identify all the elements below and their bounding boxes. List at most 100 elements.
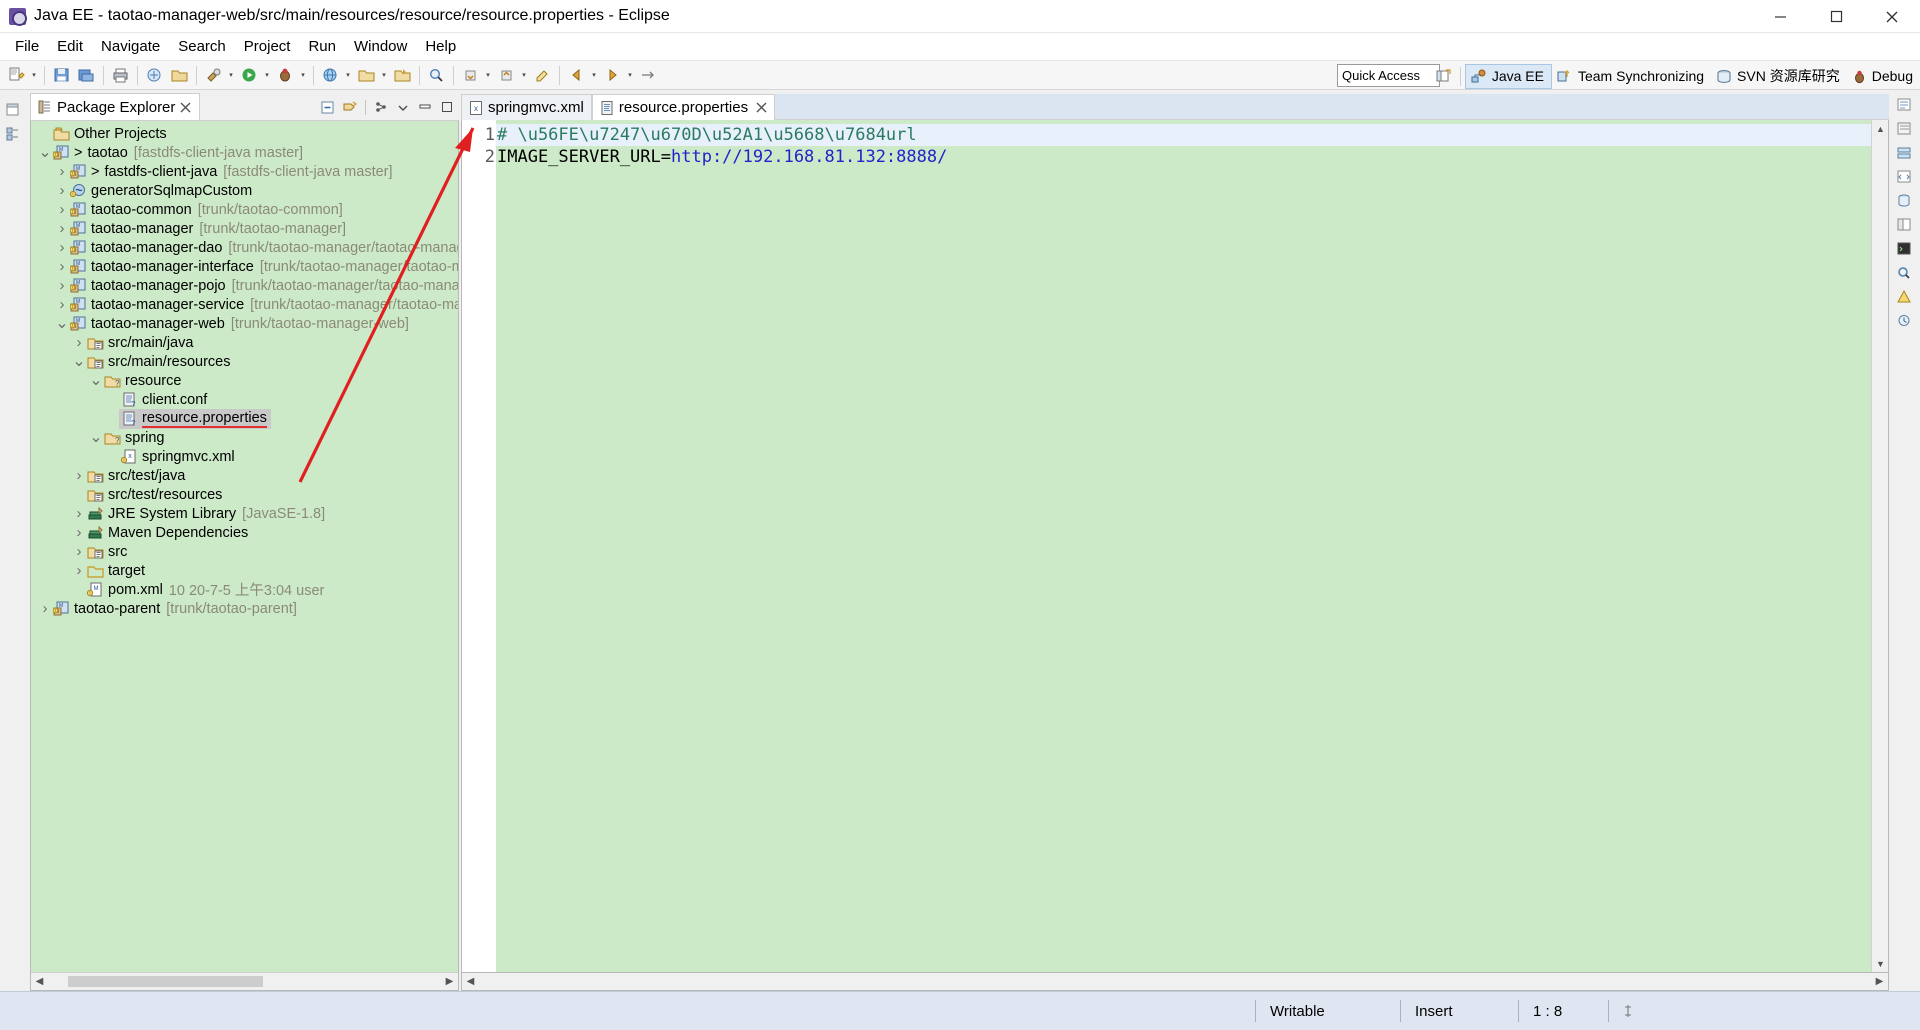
menu-window[interactable]: Window — [345, 35, 416, 58]
chevron-right-icon[interactable]: › — [54, 277, 70, 294]
open-resource-icon[interactable] — [391, 64, 414, 87]
open-browser-dropdown-icon[interactable]: ▾ — [343, 64, 353, 87]
data-source-explorer-icon[interactable] — [1895, 193, 1915, 211]
properties-view-icon[interactable] — [1895, 217, 1915, 235]
tree-item-taotao-common[interactable]: › M! taotao-common [trunk/taotao-common] — [31, 200, 458, 219]
code-content[interactable]: # \u56FE\u7247\u670D\u52A1\u5668\u7684ur… — [496, 120, 1888, 972]
open-browser-icon[interactable] — [319, 64, 342, 87]
new-folder-icon[interactable] — [355, 64, 378, 87]
menu-search[interactable]: Search — [169, 35, 235, 58]
package-explorer-tab[interactable]: Package Explorer — [30, 93, 201, 120]
maximize-view-icon[interactable] — [437, 97, 457, 117]
tree-item-pom-xml[interactable]: M! pom.xml 10 20-7-5 上午3:04 user — [31, 580, 458, 599]
tree-item-other-projects[interactable]: Other Projects — [31, 124, 458, 143]
scroll-left-icon[interactable]: ◀ — [31, 973, 48, 990]
chevron-right-icon[interactable]: › — [37, 600, 53, 617]
editor-body[interactable]: 1 2 # \u56FE\u7247\u670D\u52A1\u5668\u76… — [461, 120, 1889, 973]
menu-navigate[interactable]: Navigate — [92, 35, 169, 58]
tree-item-taotao-manager[interactable]: › M! taotao-manager [trunk/taotao-manager] — [31, 219, 458, 238]
menu-file[interactable]: File — [6, 35, 48, 58]
console-view-icon[interactable] — [1895, 241, 1915, 259]
back-dropdown-icon[interactable]: ▾ — [589, 64, 599, 87]
perspective-svn-repository[interactable]: SVN 资源库研究 — [1711, 64, 1847, 89]
print-icon[interactable] — [109, 64, 132, 87]
chevron-right-icon[interactable]: › — [71, 543, 87, 560]
tree-item-taotao-manager-web[interactable]: ⌄ M! taotao-manager-web [trunk/taotao-manag… — [31, 314, 458, 333]
tree-item-maven-dependencies[interactable]: › Maven Dependencies — [31, 523, 458, 542]
tree-item-src[interactable]: › src — [31, 542, 458, 561]
close-icon[interactable] — [756, 102, 767, 113]
tree-item-taotao-manager-dao[interactable]: › M! taotao-manager-dao [trunk/taotao-manag… — [31, 238, 459, 257]
servers-view-icon[interactable] — [1895, 145, 1915, 163]
scroll-right-icon[interactable]: ▶ — [1871, 973, 1888, 990]
chevron-down-icon[interactable]: ⌄ — [37, 144, 53, 161]
chevron-right-icon[interactable]: › — [54, 258, 70, 275]
chevron-right-icon[interactable]: › — [54, 163, 70, 180]
close-icon[interactable] — [180, 102, 191, 113]
chevron-down-icon[interactable]: ⌄ — [71, 353, 87, 370]
package-explorer-hscroll-track[interactable] — [48, 973, 441, 990]
minimize-button[interactable] — [1752, 0, 1808, 33]
scroll-down-icon[interactable]: ▼ — [1872, 955, 1888, 972]
editor-tab-springmvc-xml[interactable]: x springmvc.xml — [461, 94, 592, 120]
perspective-team-synchronizing[interactable]: Team Synchronizing — [1552, 64, 1711, 89]
tree-item-taotao[interactable]: ⌄ M! > taotao [fastdfs-client-java master] — [31, 143, 458, 162]
tree-item-src-test-resources[interactable]: src/test/resources — [31, 485, 458, 504]
chevron-right-icon[interactable]: › — [71, 334, 87, 351]
task-list-icon[interactable] — [1895, 121, 1915, 139]
chevron-right-icon[interactable]: › — [54, 220, 70, 237]
menu-edit[interactable]: Edit — [48, 35, 92, 58]
chevron-down-icon[interactable]: ⌄ — [88, 372, 104, 389]
package-explorer-horizontal-scrollbar[interactable]: ◀ ▶ — [31, 972, 458, 990]
chevron-right-icon[interactable]: › — [54, 296, 70, 313]
chevron-right-icon[interactable]: › — [54, 182, 70, 199]
forward-icon[interactable] — [601, 64, 624, 87]
snippets-view-icon[interactable] — [1895, 169, 1915, 187]
outline-view-icon[interactable] — [1895, 97, 1915, 115]
tree-item-taotao-manager-service[interactable]: › M! taotao-manager-service [trunk/taotao-m… — [31, 295, 459, 314]
chevron-right-icon[interactable]: › — [54, 239, 70, 256]
forward-dropdown-icon[interactable]: ▾ — [625, 64, 635, 87]
minimize-view-icon[interactable] — [393, 97, 413, 117]
collapse-all-icon[interactable] — [318, 97, 338, 117]
quick-access-input[interactable]: Quick Access — [1337, 64, 1440, 87]
perspective-java-ee[interactable]: Java EE — [1464, 63, 1552, 89]
new-folder-dropdown-icon[interactable]: ▾ — [379, 64, 389, 87]
menu-run[interactable]: Run — [299, 35, 345, 58]
back-icon[interactable] — [565, 64, 588, 87]
link-with-editor-icon[interactable] — [340, 97, 360, 117]
tree-item-spring[interactable]: ⌄? spring — [31, 428, 458, 447]
tree-item-springmvc-xml[interactable]: x! springmvc.xml — [31, 447, 458, 466]
tree-item-resource[interactable]: ⌄? resource — [31, 371, 458, 390]
restore-view-icon-2[interactable] — [415, 97, 435, 117]
save-icon[interactable] — [50, 64, 73, 87]
tree-item-src-main-resources[interactable]: ⌄ src/main/resources — [31, 352, 458, 371]
tree-item-resource-properties[interactable]: ? resource.properties — [31, 408, 458, 429]
tree-item-src-main-java[interactable]: › src/main/java — [31, 333, 458, 352]
editor-vertical-scrollbar[interactable]: ▲ ▼ — [1871, 120, 1888, 972]
editor-horizontal-scrollbar[interactable]: ◀ ▶ — [461, 973, 1889, 991]
scroll-left-icon[interactable]: ◀ — [462, 973, 479, 990]
previous-annotation-icon[interactable] — [495, 64, 518, 87]
tree-item-client-conf[interactable]: ? client.conf — [31, 390, 458, 409]
debug-dropdown-icon[interactable]: ▾ — [298, 64, 308, 87]
menu-help[interactable]: Help — [416, 35, 465, 58]
perspective-debug[interactable]: Debug — [1847, 64, 1920, 89]
new-package-icon[interactable] — [168, 64, 191, 87]
tree-item-taotao-parent[interactable]: › M! taotao-parent [trunk/taotao-parent] — [31, 599, 458, 618]
open-type-icon[interactable] — [143, 64, 166, 87]
package-explorer-fastview-icon[interactable] — [4, 126, 24, 144]
chevron-right-icon[interactable]: › — [71, 467, 87, 484]
tree-item-generatorsqlmapcustom[interactable]: ›! generatorSqlmapCustom — [31, 181, 458, 200]
menu-project[interactable]: Project — [235, 35, 300, 58]
tree-item-jre-system-library[interactable]: › JRE System Library [JavaSE-1.8] — [31, 504, 458, 523]
chevron-down-icon[interactable]: ⌄ — [88, 429, 104, 446]
previous-annotation-dropdown-icon[interactable]: ▾ — [519, 64, 529, 87]
new-wizard-dropdown-icon[interactable]: ▾ — [29, 64, 39, 87]
maximize-button[interactable] — [1808, 0, 1864, 33]
search-view-icon[interactable] — [1895, 265, 1915, 283]
debug-icon[interactable] — [274, 64, 297, 87]
open-perspective-icon[interactable] — [1432, 65, 1455, 88]
close-button[interactable] — [1864, 0, 1920, 33]
tree-item-taotao-manager-interface[interactable]: › M! taotao-manager-interface [trunk/taotao… — [31, 257, 459, 276]
